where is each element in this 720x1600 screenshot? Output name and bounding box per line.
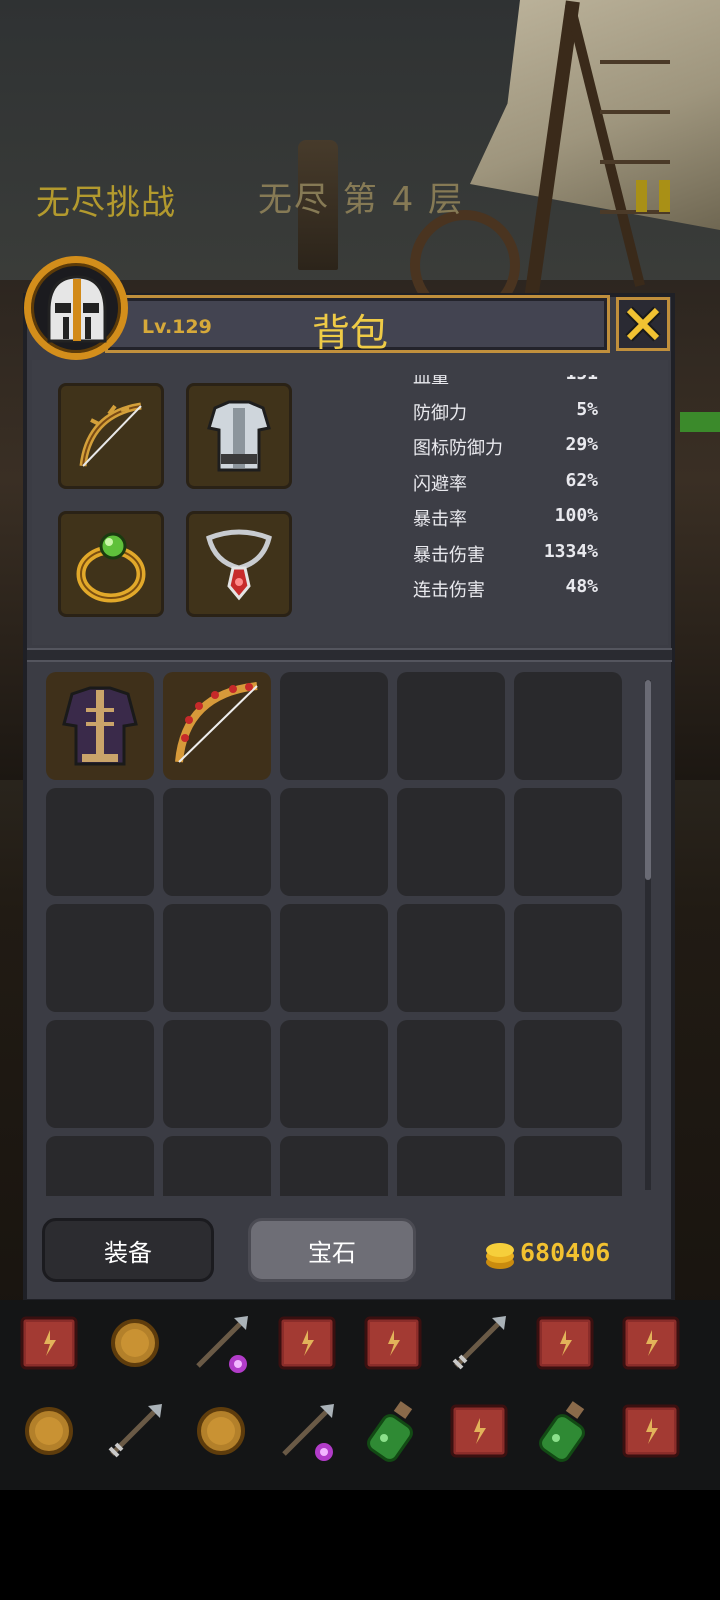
inventory-cell[interactable] xyxy=(163,672,271,780)
stat-row-icon-defense: 图标防御力 29% xyxy=(413,434,598,459)
green-potion-icon[interactable] xyxy=(360,1398,430,1468)
gems-tab-button[interactable]: 宝石 xyxy=(248,1218,416,1282)
inventory-cell[interactable] xyxy=(397,1136,505,1196)
inventory-cell[interactable] xyxy=(514,1020,622,1128)
equip-tab-button[interactable]: 装备 xyxy=(42,1218,214,1282)
inventory-grid xyxy=(40,668,640,1196)
bow-icon xyxy=(79,402,142,467)
spellbook-icon[interactable] xyxy=(618,1310,688,1380)
inventory-cell[interactable] xyxy=(280,672,388,780)
coin-icon[interactable] xyxy=(102,1310,172,1380)
arrow-icon[interactable] xyxy=(446,1310,516,1380)
equip-slot-necklace[interactable] xyxy=(186,511,292,617)
inventory-cell[interactable] xyxy=(46,904,154,1012)
loot-bar xyxy=(0,1300,720,1490)
floor-label: 无尽 第 4 层 xyxy=(258,180,465,220)
emerald-ring-icon xyxy=(76,532,146,603)
player-level: Lv.129 xyxy=(142,316,212,338)
spellbook-icon[interactable] xyxy=(360,1310,430,1380)
avatar[interactable] xyxy=(24,256,128,360)
chest-armor-icon xyxy=(207,400,271,472)
stat-row-dodge: 闪避率 62% xyxy=(413,469,598,495)
ruby-necklace-icon xyxy=(206,529,272,601)
stat-row-hp: 血量 151 xyxy=(413,375,598,388)
stat-row-combo-damage: 连击伤害 48% xyxy=(413,576,598,601)
ladder xyxy=(600,110,670,114)
poison-arrow-icon[interactable] xyxy=(274,1398,344,1468)
inventory-cell[interactable] xyxy=(280,788,388,896)
ladder xyxy=(600,160,670,164)
inventory-cell[interactable] xyxy=(397,672,505,780)
inventory-cell[interactable] xyxy=(46,672,154,780)
side-bar xyxy=(680,412,720,432)
pause-button[interactable] xyxy=(636,180,670,212)
inventory-cell[interactable] xyxy=(46,1136,154,1196)
inventory-cell[interactable] xyxy=(280,1136,388,1196)
inventory-cell[interactable] xyxy=(397,1020,505,1128)
inventory-cell[interactable] xyxy=(280,904,388,1012)
arrow-icon[interactable] xyxy=(102,1398,172,1468)
knight-helmet-icon xyxy=(47,275,107,343)
equip-slot-weapon[interactable] xyxy=(58,383,164,489)
ladder xyxy=(600,60,670,64)
inventory-cell[interactable] xyxy=(514,904,622,1012)
inventory-cell[interactable] xyxy=(280,1020,388,1128)
inventory-cell[interactable] xyxy=(163,1136,271,1196)
equip-slot-ring[interactable] xyxy=(58,511,164,617)
mode-label: 无尽挑战 xyxy=(36,183,176,223)
stat-row-crit-rate: 暴击率 100% xyxy=(413,505,598,530)
pause-icon xyxy=(636,180,647,212)
green-potion-icon[interactable] xyxy=(532,1398,602,1468)
stats-list: 血量 151 防御力 5% 图标防御力 29% 闪避率 62% 暴击率 100%… xyxy=(410,375,610,620)
inventory-cell[interactable] xyxy=(514,672,622,780)
panel-title: 背包 xyxy=(311,311,388,355)
poison-arrow-icon[interactable] xyxy=(188,1310,258,1380)
inventory-cell[interactable] xyxy=(514,1136,622,1196)
stat-row-crit-damage: 暴击伤害 1334% xyxy=(413,540,598,566)
inventory-cell[interactable] xyxy=(46,788,154,896)
inventory-cell[interactable] xyxy=(163,1020,271,1128)
gold-amount: 680406 xyxy=(520,1238,611,1267)
coin-icon[interactable] xyxy=(16,1398,86,1468)
equip-slot-armor[interactable] xyxy=(186,383,292,489)
inventory-cell[interactable] xyxy=(514,788,622,896)
close-icon xyxy=(625,306,661,342)
spellbook-icon[interactable] xyxy=(274,1310,344,1380)
inventory-cell[interactable] xyxy=(397,788,505,896)
spellbook-icon[interactable] xyxy=(618,1398,688,1468)
section-divider xyxy=(27,648,672,662)
spellbook-icon[interactable] xyxy=(446,1398,516,1468)
inventory-cell[interactable] xyxy=(163,788,271,896)
inventory-cell[interactable] xyxy=(163,904,271,1012)
stat-row-defense: 防御力 5% xyxy=(413,398,598,424)
coin-icon[interactable] xyxy=(188,1398,258,1468)
inventory-cell[interactable] xyxy=(46,1020,154,1128)
spellbook-icon[interactable] xyxy=(532,1310,602,1380)
navigation-bar-area xyxy=(0,1490,720,1600)
inventory-scroll-thumb[interactable] xyxy=(645,680,651,880)
gold-coin-icon xyxy=(486,1243,514,1269)
spellbook-icon[interactable] xyxy=(16,1310,86,1380)
inventory-cell[interactable] xyxy=(397,904,505,1012)
close-button[interactable] xyxy=(616,297,670,351)
